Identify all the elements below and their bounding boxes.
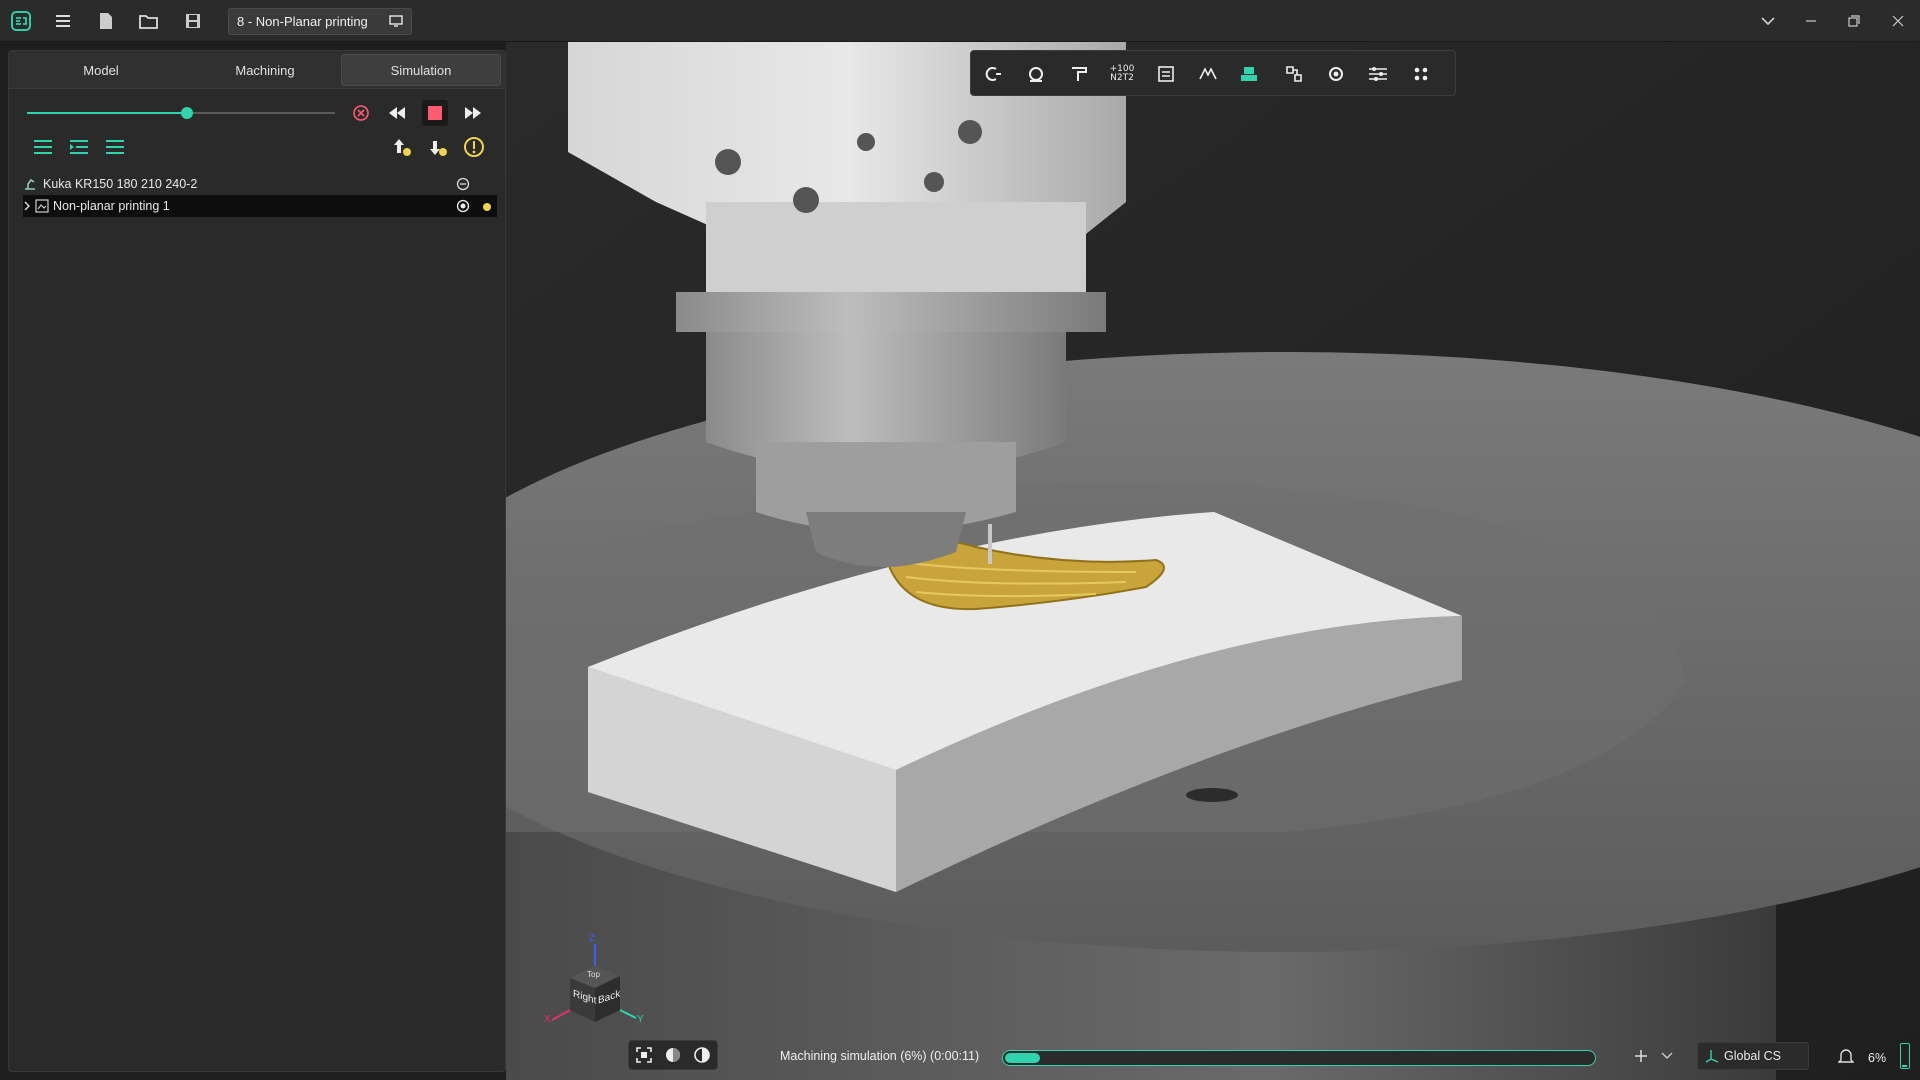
tool-library-icon[interactable] <box>1281 61 1307 87</box>
tab-model[interactable]: Model <box>21 54 181 86</box>
settings-gear-icon[interactable] <box>1323 61 1349 87</box>
axis-y-label: Y <box>637 1014 644 1025</box>
notification-bell-icon[interactable] <box>1833 1043 1859 1069</box>
robot-icon <box>23 177 43 191</box>
title-bar: 8 - Non-Planar printing <box>0 0 1920 42</box>
tab-machining[interactable]: Machining <box>185 54 345 86</box>
progress-percent: 6% <box>1868 1051 1887 1065</box>
tab-model-label: Model <box>83 62 119 78</box>
grid-dots-icon[interactable] <box>1408 61 1434 87</box>
tool-path-icon[interactable] <box>1066 61 1092 87</box>
3d-viewport[interactable]: +100 N2T2 Z X Y Right Back Top <box>506 42 1920 1080</box>
minimize-button[interactable] <box>1797 8 1825 34</box>
monitor-icon[interactable] <box>389 14 403 31</box>
tab-machining-label: Machining <box>235 62 295 78</box>
close-button[interactable] <box>1884 8 1912 34</box>
app-logo-icon[interactable] <box>8 8 34 34</box>
coordinate-system-label: Global CS <box>1724 1049 1781 1063</box>
document-tab[interactable]: 8 - Non-Planar printing <box>228 8 412 35</box>
tree-item-operation-label: Non-planar printing 1 <box>53 199 170 213</box>
parameters-icon[interactable] <box>1365 61 1391 87</box>
coordinate-system-selector[interactable]: Global CS <box>1697 1042 1809 1070</box>
stop-button[interactable] <box>422 100 448 126</box>
simulation-slider-thumb[interactable] <box>181 107 194 119</box>
tree-item-operation[interactable]: Non-planar printing 1 <box>23 195 497 217</box>
fit-view-icon[interactable] <box>631 1042 657 1068</box>
chevron-down-icon[interactable] <box>1754 8 1782 34</box>
coordinate-axes-icon <box>1705 1049 1719 1066</box>
panel-tabs: Model Machining Simulation <box>9 51 505 89</box>
add-icon[interactable] <box>1628 1043 1654 1069</box>
simulation-progress-fill <box>1005 1053 1041 1063</box>
maximize-button[interactable] <box>1840 8 1868 34</box>
left-panel: Model Machining Simulation Kuka KR150 18… <box>8 50 506 1072</box>
chevron-right-icon[interactable] <box>23 201 35 211</box>
warning-icon[interactable] <box>461 134 487 160</box>
view-mode-group <box>628 1040 718 1070</box>
ncode-label-bottom: N2T2 <box>1110 73 1134 83</box>
chevron-down-small-icon[interactable] <box>1654 1043 1680 1069</box>
view-toolbar: +100 N2T2 <box>970 50 1456 96</box>
collision-check-icon[interactable] <box>979 61 1005 87</box>
axis-z-label: Z <box>589 933 596 944</box>
save-icon[interactable] <box>180 8 206 34</box>
cube-face-top[interactable]: Top <box>587 970 600 979</box>
battery-indicator <box>1900 1043 1910 1069</box>
axis-x-label: X <box>544 1014 551 1025</box>
new-file-icon[interactable] <box>93 8 119 34</box>
move-up-icon[interactable] <box>390 134 416 160</box>
list-view-icon[interactable] <box>30 134 56 160</box>
simulation-progress-bar <box>1002 1050 1596 1066</box>
ncode-button[interactable]: +100 N2T2 <box>1105 61 1139 87</box>
open-folder-icon[interactable] <box>136 8 162 34</box>
fast-forward-icon[interactable] <box>460 100 486 126</box>
target-icon[interactable] <box>456 199 470 216</box>
view-cube[interactable]: Z X Y Right Back Top <box>540 930 650 1040</box>
tree-item-robot[interactable]: Kuka KR150 180 210 240-2 <box>23 173 497 195</box>
report-icon[interactable] <box>1153 61 1179 87</box>
right-status-group: Global CS 6% <box>1622 1042 1920 1072</box>
simulation-slider[interactable] <box>27 107 335 119</box>
shading-icon[interactable] <box>660 1042 686 1068</box>
flat-list-icon[interactable] <box>102 134 128 160</box>
simulation-status-text: Machining simulation (6%) (0:00:11) <box>780 1049 980 1063</box>
cancel-simulation-icon[interactable] <box>348 100 374 126</box>
indent-list-icon[interactable] <box>66 134 92 160</box>
visibility-toggle-icon[interactable] <box>456 177 470 194</box>
tab-simulation-label: Simulation <box>390 62 452 78</box>
stock-icon[interactable] <box>1236 61 1262 87</box>
operation-icon <box>35 199 53 213</box>
status-dot-icon <box>482 201 492 215</box>
robot-scene-illustration <box>506 42 1920 1080</box>
rewind-icon[interactable] <box>384 100 410 126</box>
tree-item-robot-label: Kuka KR150 180 210 240-2 <box>43 177 198 191</box>
section-view-icon[interactable] <box>689 1042 715 1068</box>
tab-simulation[interactable]: Simulation <box>341 54 501 86</box>
simulation-slider-fill <box>27 112 188 114</box>
move-down-icon[interactable] <box>426 134 452 160</box>
kinematics-icon[interactable] <box>1195 61 1221 87</box>
document-tab-label: 8 - Non-Planar printing <box>237 14 368 29</box>
hamburger-menu-icon[interactable] <box>50 8 76 34</box>
inspect-icon[interactable] <box>1023 61 1049 87</box>
